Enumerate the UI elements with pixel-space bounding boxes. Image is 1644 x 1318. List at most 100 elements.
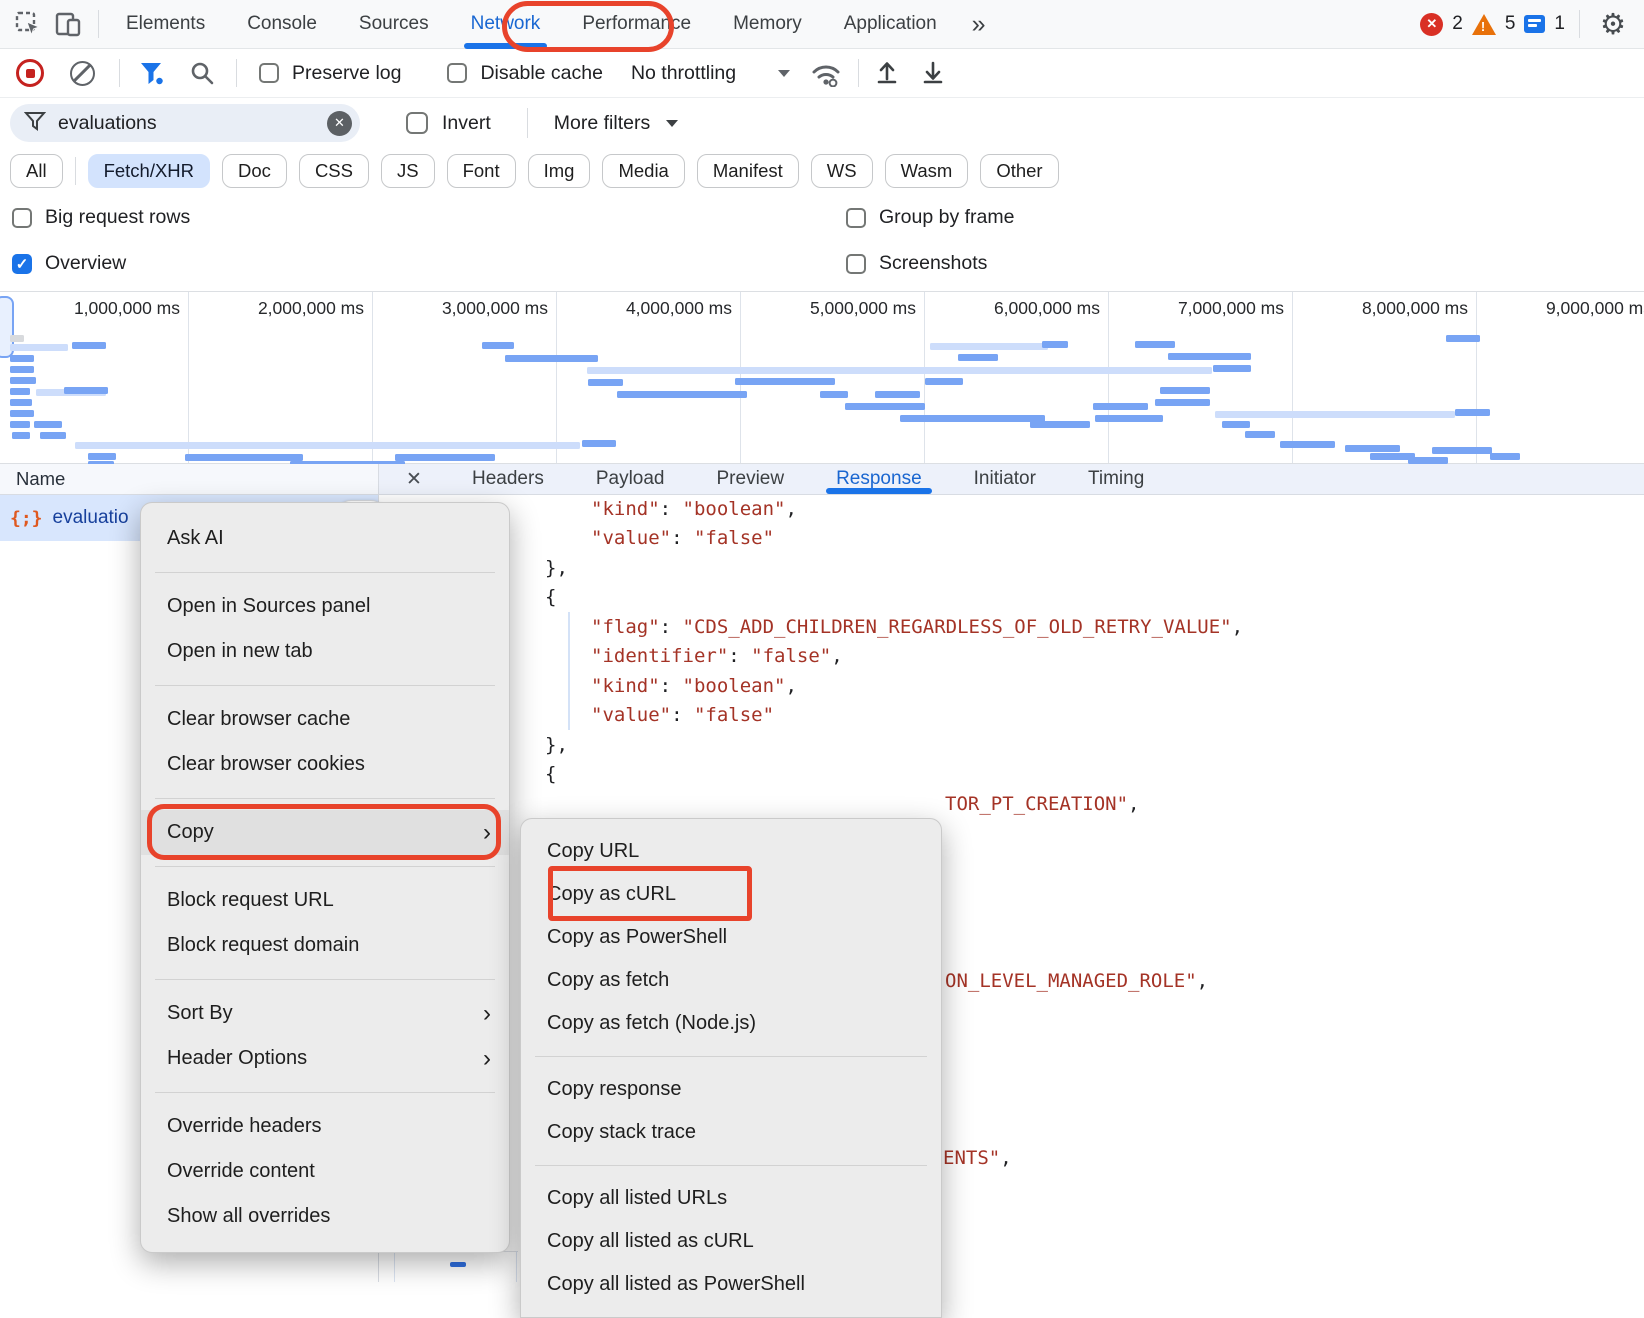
chip-img[interactable]: Img — [528, 154, 591, 188]
menu-item-copy-as-powershell[interactable]: Copy as PowerShell — [521, 916, 941, 959]
waterfall-bar — [10, 410, 34, 417]
chip-wasm[interactable]: Wasm — [885, 154, 969, 188]
code-key: "kind" — [591, 675, 660, 697]
tab-application[interactable]: Application — [823, 0, 958, 49]
menu-item-copy-as-curl[interactable]: Copy as cURL — [521, 873, 941, 916]
detail-tab-response[interactable]: Response — [810, 464, 948, 494]
menu-item-label: Copy as fetch — [547, 969, 669, 992]
detail-tab-headers[interactable]: Headers — [446, 464, 570, 494]
detail-tab-timing[interactable]: Timing — [1062, 464, 1170, 494]
more-tabs-icon[interactable]: » — [958, 10, 1000, 39]
tab-console[interactable]: Console — [226, 0, 338, 49]
close-icon[interactable]: ✕ — [394, 464, 434, 494]
code-value: "false" — [694, 527, 774, 549]
record-icon[interactable] — [16, 59, 44, 87]
menu-item-copy[interactable]: Copy› — [141, 810, 509, 855]
menu-item-ask-ai[interactable]: Ask AI — [141, 516, 509, 561]
detail-tab-preview[interactable]: Preview — [691, 464, 811, 494]
menu-item-override-content[interactable]: Override content — [141, 1149, 509, 1194]
gear-icon[interactable]: ⚙ — [1600, 7, 1626, 42]
menu-item-copy-response[interactable]: Copy response — [521, 1068, 941, 1111]
menu-item-sort-by[interactable]: Sort By› — [141, 991, 509, 1036]
divider — [527, 108, 528, 138]
menu-separator — [141, 855, 509, 878]
tab-elements[interactable]: Elements — [105, 0, 226, 49]
network-conditions-icon[interactable] — [806, 53, 846, 93]
throttling-select[interactable]: No throttling — [631, 62, 736, 85]
menu-item-block-request-url[interactable]: Block request URL — [141, 878, 509, 923]
chip-all[interactable]: All — [10, 154, 63, 188]
menu-item-label: Copy all listed URLs — [547, 1187, 727, 1210]
chip-doc[interactable]: Doc — [222, 154, 287, 188]
detail-tab-bar: ✕ HeadersPayloadPreviewResponseInitiator… — [378, 464, 1644, 495]
clear-filter-icon[interactable]: ✕ — [327, 111, 352, 136]
fold-marker[interactable] — [450, 1262, 466, 1267]
gutter-line — [394, 1251, 395, 1282]
menu-item-copy-as-fetch[interactable]: Copy as fetch — [521, 959, 941, 1002]
preserve-log-checkbox[interactable] — [259, 63, 279, 83]
filter-input[interactable] — [56, 111, 327, 136]
invert-checkbox[interactable] — [406, 112, 428, 134]
tab-memory[interactable]: Memory — [712, 0, 823, 49]
big-request-rows-checkbox[interactable] — [12, 208, 32, 228]
request-type-chips: All Fetch/XHR Doc CSS JS Font Img Media Manifest… — [0, 148, 1644, 194]
code-punctuation: { — [545, 586, 556, 608]
separator-line — [155, 572, 495, 573]
menu-item-block-request-domain[interactable]: Block request domain — [141, 923, 509, 968]
menu-item-clear-browser-cache[interactable]: Clear browser cache — [141, 697, 509, 742]
code-line: }, — [545, 553, 568, 583]
menu-item-copy-as-fetch-node-js[interactable]: Copy as fetch (Node.js) — [521, 1002, 941, 1045]
network-overview-timeline[interactable]: 1,000,000 ms2,000,000 ms3,000,000 ms4,00… — [0, 291, 1644, 464]
search-icon[interactable] — [182, 53, 222, 93]
menu-item-copy-all-listed-urls[interactable]: Copy all listed URLs — [521, 1177, 941, 1220]
menu-item-header-options[interactable]: Header Options› — [141, 1036, 509, 1081]
code-fragment: ENTS", — [943, 1143, 1012, 1173]
detail-tab-initiator[interactable]: Initiator — [948, 464, 1062, 494]
menu-item-open-in-new-tab[interactable]: Open in new tab — [141, 629, 509, 674]
menu-item-override-headers[interactable]: Override headers — [141, 1104, 509, 1149]
chip-manifest[interactable]: Manifest — [697, 154, 799, 188]
export-har-icon[interactable] — [913, 53, 953, 93]
clear-icon[interactable] — [70, 61, 95, 86]
menu-item-show-all-overrides[interactable]: Show all overrides — [141, 1194, 509, 1239]
chip-other[interactable]: Other — [980, 154, 1058, 188]
group-by-frame-option: Group by frame — [846, 206, 1014, 229]
chip-font[interactable]: Font — [447, 154, 516, 188]
name-column-header[interactable]: Name — [0, 464, 378, 495]
code-line: { — [545, 583, 556, 613]
tab-network[interactable]: Network — [450, 0, 562, 49]
screenshots-checkbox[interactable] — [846, 254, 866, 274]
chip-fetch-xhr[interactable]: Fetch/XHR — [88, 154, 210, 188]
preserve-log-label: Preserve log — [292, 62, 401, 85]
menu-item-open-in-sources-panel[interactable]: Open in Sources panel — [141, 584, 509, 629]
overview-checkbox[interactable]: ✓ — [12, 254, 32, 274]
issues-count: 1 — [1554, 13, 1565, 35]
device-toolbar-icon[interactable] — [48, 4, 88, 44]
separator-line — [155, 866, 495, 867]
chip-media[interactable]: Media — [602, 154, 684, 188]
menu-item-clear-browser-cookies[interactable]: Clear browser cookies — [141, 742, 509, 787]
chevron-down-icon[interactable] — [666, 120, 678, 127]
menu-item-copy-url[interactable]: Copy URL — [521, 830, 941, 873]
menu-item-copy-all-listed-as-powershell[interactable]: Copy all listed as PowerShell — [521, 1263, 941, 1306]
disable-cache-checkbox[interactable] — [447, 63, 467, 83]
separator-line — [155, 1092, 495, 1093]
more-filters-button[interactable]: More filters — [554, 112, 650, 135]
code-punctuation: }, — [545, 734, 568, 756]
inspect-icon[interactable] — [8, 4, 48, 44]
tab-performance[interactable]: Performance — [561, 0, 712, 49]
chip-js[interactable]: JS — [381, 154, 435, 188]
menu-item-copy-all-listed-as-curl[interactable]: Copy all listed as cURL — [521, 1220, 941, 1263]
import-har-icon[interactable] — [867, 53, 907, 93]
menu-item-copy-stack-trace[interactable]: Copy stack trace — [521, 1111, 941, 1154]
console-status-badges[interactable]: ✕ 2 ! 5 1 — [1420, 13, 1565, 36]
menu-item-label: Block request domain — [167, 934, 359, 957]
tab-sources[interactable]: Sources — [338, 0, 450, 49]
menu-item-label: Open in new tab — [167, 640, 313, 663]
detail-tab-payload[interactable]: Payload — [570, 464, 691, 494]
group-by-frame-checkbox[interactable] — [846, 208, 866, 228]
chip-ws[interactable]: WS — [811, 154, 873, 188]
filter-icon[interactable] — [132, 53, 172, 93]
chevron-down-icon[interactable] — [778, 70, 790, 77]
chip-css[interactable]: CSS — [299, 154, 369, 188]
